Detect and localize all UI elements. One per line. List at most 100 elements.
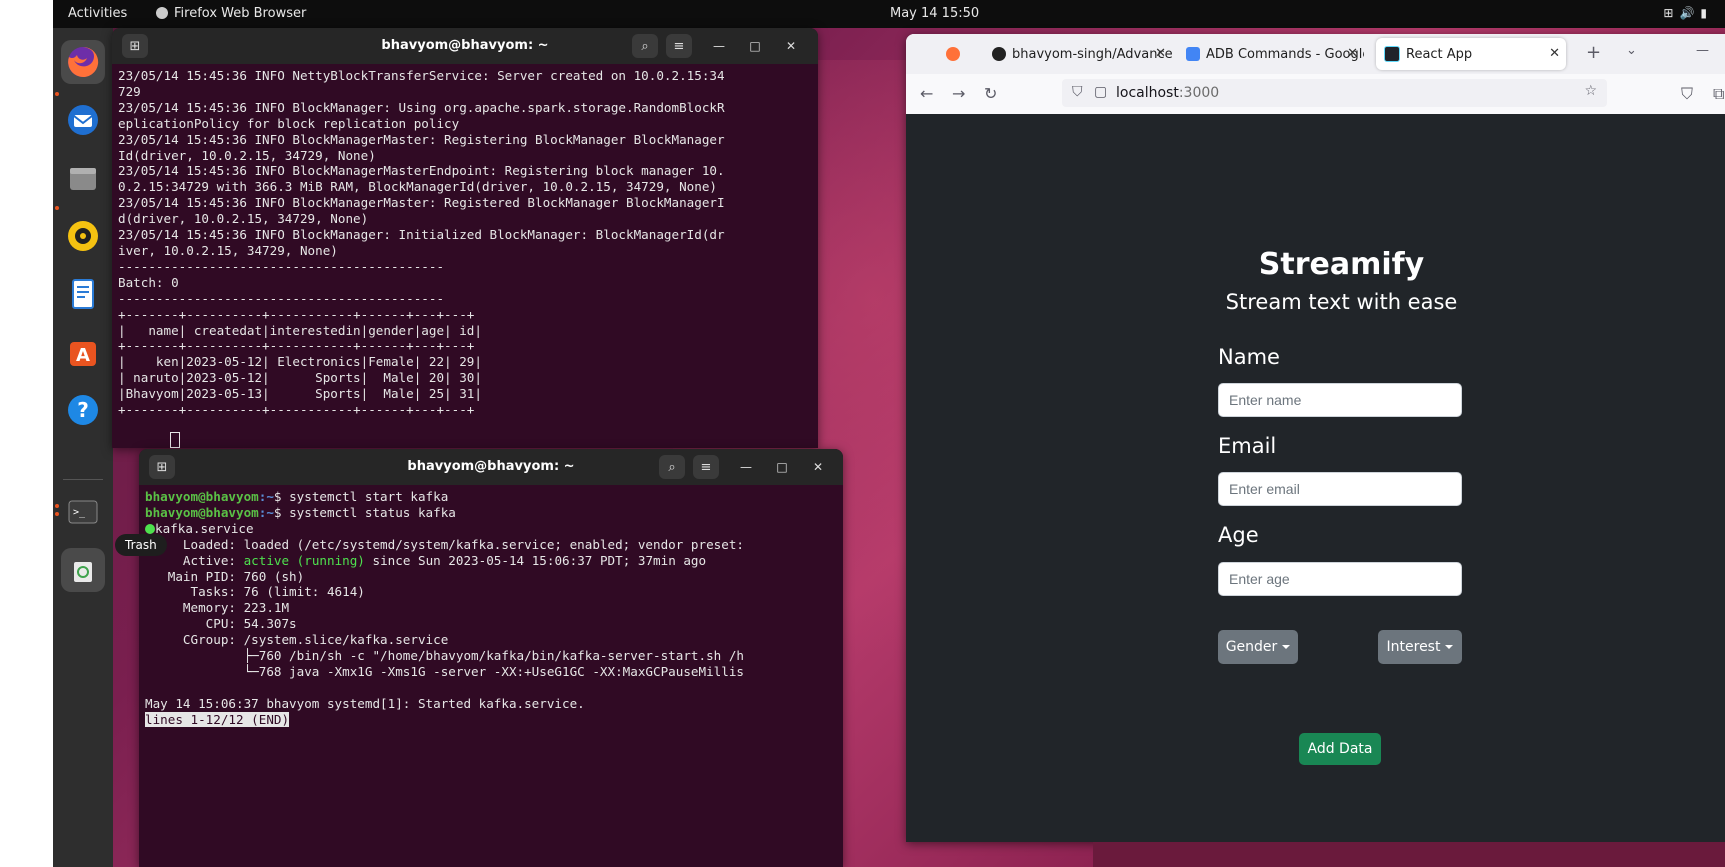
tab-label: bhavyom-singh/Advancet <box>1012 46 1172 62</box>
url-bar[interactable]: ⛉ ▢ localhost:3000 ☆ <box>1062 79 1607 107</box>
terminal-icon[interactable]: >_ <box>61 490 105 534</box>
network-icon: ⊞ <box>1663 6 1680 20</box>
status-details: Main PID: 760 (sh) Tasks: 76 (limit: 461… <box>145 568 744 711</box>
cursor <box>170 432 180 448</box>
prompt-path: :~ <box>258 489 274 504</box>
interest-dropdown-button[interactable]: Interest <box>1378 630 1462 664</box>
dock: A ? >_ <box>53 28 113 867</box>
email-input[interactable] <box>1218 472 1462 506</box>
trash-tooltip: Trash <box>115 534 167 556</box>
running-indicator <box>55 504 59 508</box>
close-icon[interactable]: ✕ <box>809 458 827 476</box>
software-icon[interactable]: A <box>61 330 105 374</box>
service-status-dot <box>145 524 155 535</box>
close-icon[interactable]: ✕ <box>1347 46 1358 61</box>
terminal-output[interactable]: 23/05/14 15:45:36 INFO NettyBlockTransfe… <box>112 64 818 418</box>
trash-icon[interactable] <box>61 548 105 592</box>
interest-button-label: Interest <box>1386 639 1441 655</box>
pocket-icon[interactable]: ⛉ <box>1681 84 1693 104</box>
reload-icon[interactable]: ↻ <box>984 84 997 103</box>
active-rest: since Sun 2023-05-14 15:06:37 PDT; 37min… <box>364 552 707 568</box>
minimize-icon[interactable]: — <box>737 458 755 476</box>
desktop-wallpaper-strip <box>1093 842 1725 867</box>
page-title: Streamify <box>1258 247 1425 282</box>
svg-text:A: A <box>76 345 90 366</box>
close-icon[interactable]: ✕ <box>1549 46 1560 61</box>
command-line: $ systemctl status kafka <box>273 504 456 520</box>
page-icon[interactable]: ▢ <box>1094 84 1107 100</box>
firefox-icon[interactable] <box>61 40 105 84</box>
name-label: Name <box>1218 345 1280 369</box>
system-tray[interactable]: ⊞🔊▮ <box>1663 6 1713 20</box>
bookmark-star-icon[interactable]: ☆ <box>1584 83 1597 99</box>
add-data-button[interactable]: Add Data <box>1299 733 1381 765</box>
desktop: Activities Firefox Web Browser May 14 15… <box>53 0 1725 867</box>
running-indicator <box>55 512 59 516</box>
terminal-output[interactable]: bhavyom@bhavyom:~$ systemctl start kafka… <box>139 485 843 728</box>
menu-icon[interactable]: ≡ <box>693 455 719 479</box>
thunderbird-icon[interactable] <box>61 98 105 142</box>
page-subtitle: Stream text with ease <box>1225 290 1458 314</box>
email-label: Email <box>1218 434 1277 458</box>
battery-icon: ▮ <box>1700 6 1713 20</box>
running-indicator <box>55 206 59 210</box>
help-icon[interactable]: ? <box>61 388 105 432</box>
app-menu[interactable]: Firefox Web Browser <box>174 6 306 21</box>
tab-react-app[interactable]: React App ✕ <box>1376 38 1566 70</box>
close-icon[interactable]: ✕ <box>782 37 800 55</box>
pager-status: lines 1-12/12 (END) <box>145 711 290 727</box>
svg-text:?: ? <box>77 398 89 422</box>
files-icon[interactable] <box>61 156 105 200</box>
back-icon[interactable]: ← <box>920 84 933 103</box>
terminal-window-spark[interactable]: ⊞ bhavyom@bhavyom: ~ ⌕ ≡ — □ ✕ 23/05/14 … <box>112 28 818 448</box>
writer-icon[interactable] <box>61 272 105 316</box>
search-icon[interactable]: ⌕ <box>659 455 685 479</box>
svg-text:>_: >_ <box>73 507 86 518</box>
shield-icon[interactable]: ⛉ <box>1072 84 1083 100</box>
volume-icon: 🔊 <box>1679 6 1701 20</box>
tab-label: ADB Commands - Google <box>1206 46 1364 62</box>
tab-label: React App <box>1406 46 1473 62</box>
minimize-icon[interactable]: — <box>710 37 728 55</box>
terminal-titlebar[interactable]: ⊞ bhavyom@bhavyom: ~ ⌕ ≡ — □ ✕ <box>139 449 843 485</box>
name-input[interactable] <box>1218 383 1462 417</box>
terminal-window-kafka[interactable]: ⊞ bhavyom@bhavyom: ~ ⌕ ≡ — □ ✕ bhavyom@b… <box>139 449 843 867</box>
forward-icon[interactable]: → <box>952 84 965 103</box>
active-state: active (running) <box>243 552 365 568</box>
tab-github[interactable]: bhavyom-singh/Advancet ✕ <box>984 38 1172 70</box>
gender-button-label: Gender <box>1225 639 1278 655</box>
extensions-icon[interactable]: ⧉ <box>1713 84 1724 104</box>
react-icon <box>1384 46 1400 62</box>
gender-dropdown-button[interactable]: Gender <box>1218 630 1298 664</box>
running-indicator <box>55 92 59 96</box>
search-icon[interactable]: ⌕ <box>632 34 658 58</box>
prompt-path: :~ <box>258 504 274 520</box>
firefox-view-icon[interactable] <box>946 38 966 70</box>
minimize-icon[interactable]: — <box>1696 43 1709 58</box>
top-bar: Activities Firefox Web Browser May 14 15… <box>53 0 1725 28</box>
firefox-mini-icon <box>156 7 168 19</box>
maximize-icon[interactable]: □ <box>773 458 791 476</box>
terminal-titlebar[interactable]: ⊞ bhavyom@bhavyom: ~ ⌕ ≡ — □ ✕ <box>112 28 818 64</box>
url-port: :3000 <box>1178 85 1220 101</box>
page-content: Streamify Stream text with ease Name Ema… <box>906 114 1725 842</box>
firefox-window[interactable]: bhavyom-singh/Advancet ✕ ADB Commands - … <box>906 34 1725 842</box>
list-tabs-icon[interactable]: ⌄ <box>1626 43 1637 58</box>
close-icon[interactable]: ✕ <box>1155 46 1166 61</box>
menu-icon[interactable]: ≡ <box>666 34 692 58</box>
prompt-user: bhavyom@bhavyom <box>145 489 259 504</box>
age-input[interactable] <box>1218 562 1462 596</box>
maximize-icon[interactable]: □ <box>746 37 764 55</box>
dock-separator <box>63 479 103 480</box>
docs-icon <box>1186 47 1200 61</box>
new-tab-button[interactable]: + <box>1586 42 1601 63</box>
github-icon <box>992 47 1006 61</box>
prompt-user: bhavyom@bhavyom <box>145 504 259 520</box>
navigation-bar: ← → ↻ ⛉ ▢ localhost:3000 ☆ ⛉ ⧉ ≡ <box>906 74 1725 115</box>
age-label: Age <box>1218 523 1259 547</box>
rhythmbox-icon[interactable] <box>61 214 105 258</box>
tab-adb[interactable]: ADB Commands - Google ✕ <box>1178 38 1364 70</box>
service-name: kafka.service <box>155 520 254 536</box>
clock[interactable]: May 14 15:50 <box>890 6 979 21</box>
activities-button[interactable]: Activities <box>68 6 127 21</box>
